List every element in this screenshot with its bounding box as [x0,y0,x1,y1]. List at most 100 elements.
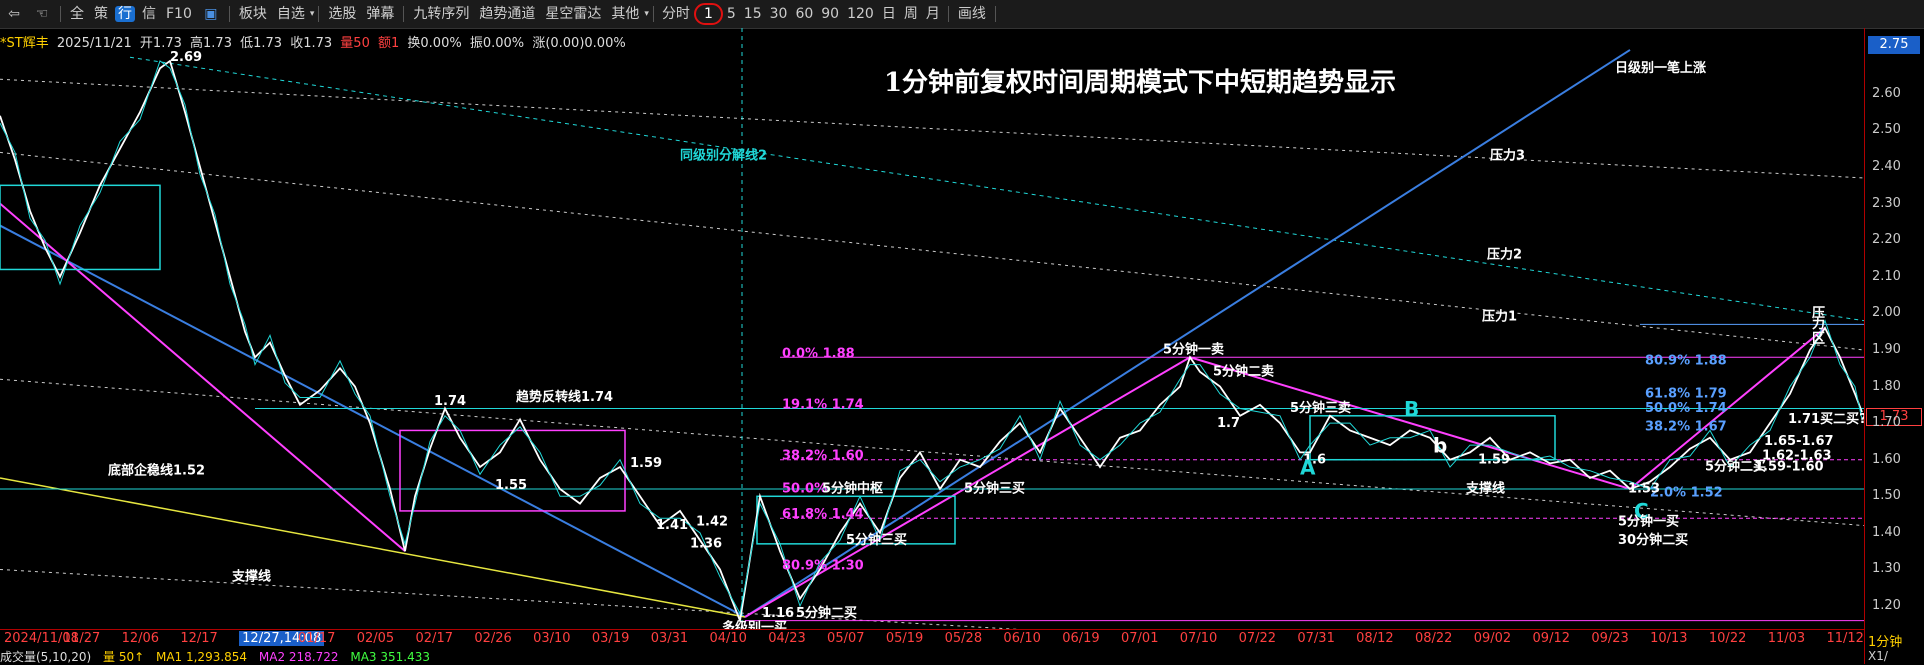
chart-annotations: 2.69 同级别分解线2 日级别一笔上涨压力3 压力2 压力1 0.0% 1.88 19.1… [108,50,1864,629]
toolbar-divider [60,6,61,22]
chart-annotation: 日级别一笔上涨 [1615,60,1706,76]
x-tick-label: 07/31 [1297,631,1335,646]
menu-sector[interactable]: 板块 [234,0,272,28]
back-icon[interactable]: ⇦ [0,0,28,28]
menu-star-radar[interactable]: 星空雷达 [540,0,606,28]
y-tick-label: 2.00 [1872,305,1901,321]
x-tick-label: 01/17 [297,631,336,646]
hand-icon[interactable]: ☜ [28,0,56,28]
chart-annotation: 1.55 [495,478,527,493]
chevron-down-icon[interactable]: ▾ [310,0,315,28]
yellow-support-line [0,477,746,618]
x-tick-label: 12/06 [121,631,160,646]
toolbar-item-strategy[interactable]: 策 [89,0,113,28]
chart-annotation: 5分钟二买 [796,605,857,621]
toolbar-item-f10[interactable]: F10 [161,0,197,28]
timeframe-15min[interactable]: 15 [740,0,766,28]
chart-annotation: 趋势反转线1.74 [516,389,613,405]
x-tick-label: 12/17 [180,631,218,646]
y-tick-label: 1.20 [1872,598,1901,614]
chart-annotation: 50.0% [782,482,827,497]
chart-annotation: 1.42 [696,515,728,530]
chart-annotation: 同级别分解线2 [680,148,767,164]
x-tick-label: 05/07 [827,631,865,646]
info-volume: 量50 [340,36,370,51]
menu-screener[interactable]: 选股 [323,0,361,28]
draw-line-button[interactable]: 画线 [953,0,991,28]
toolbar-divider [228,6,230,22]
volume-ma3: MA3 351.433 [350,650,430,664]
toolbar-divider [318,6,320,22]
chart-annotation: 区 [1812,332,1825,347]
chart-annotation: 38.2% 1.67 [1645,419,1727,434]
timeframe-month[interactable]: 月 [922,0,944,28]
timeframe-indicator: 1分钟 [1868,635,1903,650]
chart-annotation: 5分钟一卖 [1163,342,1224,358]
trend-line-down [0,224,746,618]
chevron-down-icon[interactable]: ▾ [644,0,649,28]
chart-annotation: 1.41 [656,518,688,533]
chart-annotation: 压力3 [1490,148,1525,164]
timeframe-30min[interactable]: 30 [766,0,792,28]
toolbar-divider [947,6,949,22]
timeframe-90min[interactable]: 90 [817,0,843,28]
x-tick-label: 11/27 [62,631,101,646]
volume-ma1: MA1 1,293.854 [155,650,248,664]
x-tick-label: 09/23 [1591,631,1629,646]
y-tick-label: 2.10 [1872,268,1901,284]
chart-title: 1分钟前复权时间周期模式下中短期趋势显示 [884,67,1396,98]
menu-trend-channel[interactable]: 趋势通道 [474,0,540,28]
chart-annotation: 多级别一买 [722,620,787,629]
menu-td-sequence[interactable]: 九转序列 [408,0,474,28]
volume-ma2: MA2 218.722 [258,650,339,664]
chart-annotation: B [1404,397,1419,421]
timeframe-120min[interactable]: 120 [843,0,878,28]
chart-annotation: 19.1% 1.74 [782,397,864,412]
chart-annotation: 0.0% 1.88 [782,346,855,361]
volume-indicator-bar: 成交量(5,10,20) 量 50↑ MA1 1,293.854 MA2 218… [0,648,438,664]
y-tick-label: 1.70 [1872,415,1901,431]
chart-annotation: 支撑线 [1465,481,1505,497]
chart-annotation: 2.69 [170,50,202,65]
x-tick-label: 03/10 [533,631,571,646]
menu-other[interactable]: 其他 [606,0,644,28]
chart-annotation: 1.71买二买? [1788,412,1864,427]
toolbar-item-all[interactable]: 全 [65,0,89,28]
stock-info-bar: *ST辉丰 2025/11/21 开1.73 高1.73 低1.73 收1.73… [0,32,630,52]
menu-watchlist[interactable]: 自选 [272,0,310,28]
timeframe-day[interactable]: 日 [878,0,900,28]
chart-annotation: 1.36 [690,537,722,552]
chart-annotation: 5分钟中枢 [822,481,883,497]
support-line-lower [0,568,1020,629]
chart-annotation: b [1433,433,1447,457]
timeframe-5min[interactable]: 5 [723,0,740,28]
toolbar-divider [994,6,996,22]
x-tick-label: 11/12 [1826,631,1864,646]
toolbar-item-quote[interactable]: 行 [115,6,135,22]
pressure-line-1 [0,151,1864,351]
chart-annotation: 底部企稳线1.52 [108,462,205,478]
chart-annotation: 80.9% 1.30 [782,558,864,573]
timeframe-1min[interactable]: 1 [693,3,723,25]
price-chart[interactable]: 2.69 同级别分解线2 日级别一笔上涨压力3 压力2 压力1 0.0% 1.88 19.1… [0,28,1864,629]
chart-annotation: 力 [1812,316,1825,332]
info-low: 低1.73 [240,36,283,51]
y-tick-label: 2.20 [1872,232,1901,248]
timeframe-60min[interactable]: 60 [791,0,817,28]
info-high: 高1.73 [190,36,232,51]
chart-annotation: 5分钟一买 [1618,514,1679,530]
x-tick-label: 09/02 [1473,631,1512,646]
chart-annotation: 5分钟二卖 [1213,364,1274,380]
timeframe-week[interactable]: 周 [900,0,922,28]
toolbar-divider [652,6,654,22]
y-tick-label: 1.50 [1872,488,1901,504]
window-icon[interactable]: ▣ [197,0,225,28]
timeframe-intraday[interactable]: 分时 [658,0,694,28]
scroll-label: X1/ [1868,649,1888,663]
x-tick-label: 05/19 [885,631,924,646]
chart-annotation: 1.7 [1217,416,1240,431]
toolbar-item-info[interactable]: 信 [137,0,161,28]
chart-annotation: 5分钟三买 [964,481,1025,497]
y-tick-label: 1.30 [1872,561,1901,577]
menu-danmaku[interactable]: 弹幕 [361,0,399,28]
